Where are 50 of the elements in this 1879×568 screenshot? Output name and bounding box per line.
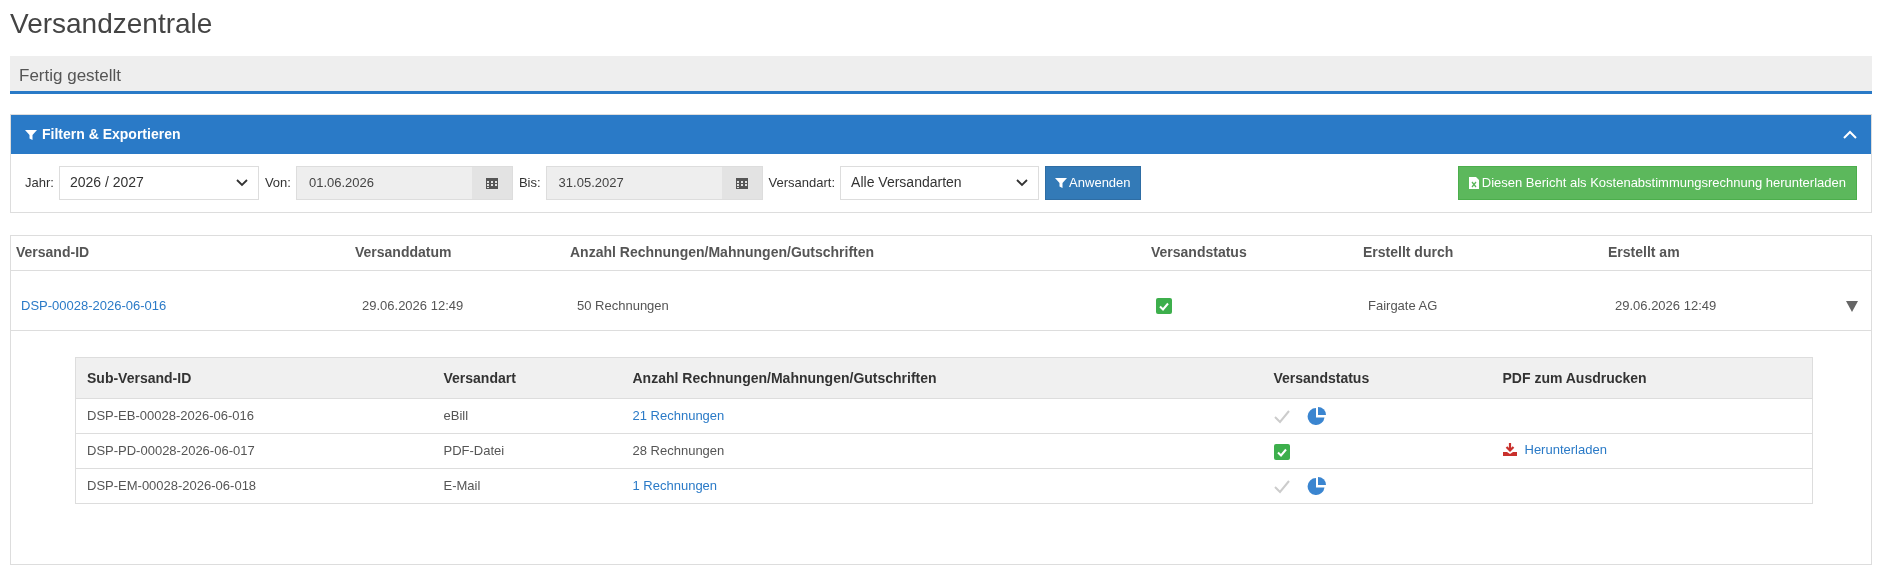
table-cell: DSP-EB-00028-2026-06-016 (87, 408, 254, 424)
caret-down-icon[interactable] (1846, 300, 1858, 312)
select-field[interactable]: Alle Versandarten (840, 165, 1040, 200)
column-header: Versanddatum (350, 235, 565, 271)
column-header: Versand-ID (11, 235, 350, 271)
panel-title: Filtern & Exportieren (42, 124, 181, 144)
apply-button[interactable]: Anwenden (1045, 165, 1141, 200)
table-cell: 28 Rechnungen (632, 443, 725, 459)
count-link[interactable]: 1 Rechnungen (632, 478, 718, 494)
field-label: Versandart: (768, 173, 836, 192)
chevron-down-icon (1016, 178, 1029, 187)
table-cell: 29.06.2026 12:49 (1615, 297, 1717, 313)
table-cell: 29.06.2026 12:49 (362, 297, 464, 313)
page-title: Versandzentrale (10, 7, 214, 41)
select-field[interactable]: 2026 / 2027 (58, 165, 259, 200)
table-cell: DSP-EM-00028-2026-06-018 (87, 478, 257, 494)
filter-icon (1055, 177, 1068, 188)
table-cell: 50 Rechnungen (577, 297, 669, 313)
filter-icon (25, 128, 37, 140)
file-icon (1468, 176, 1479, 189)
chevron-up-icon[interactable] (1843, 129, 1857, 139)
panel-header[interactable]: Filtern & Exportieren (11, 114, 1871, 154)
date-field[interactable]: 31.05.2027 (545, 165, 763, 200)
column-header: Versandstatus (1146, 235, 1358, 271)
download-icon (1502, 443, 1517, 457)
export-button[interactable]: Diesen Bericht als Kostenabstimmungsrechnung herunterladen (1457, 165, 1857, 200)
field-label: Von: (264, 173, 291, 192)
chevron-down-icon (235, 178, 248, 187)
column-header: Sub-Versand-ID (75, 357, 433, 399)
section-title: Fertig gestellt (19, 66, 122, 85)
count-link[interactable]: 21 Rechnungen (632, 408, 725, 424)
date-field[interactable]: 01.06.2026 (295, 165, 513, 200)
column-header: Versandart (432, 357, 622, 399)
column-header: Versandstatus (1262, 357, 1492, 399)
column-header: Anzahl Rechnungen/Mahnungen/Gutschriften (565, 235, 1146, 271)
column-header: PDF zum Ausdrucken (1491, 357, 1813, 399)
table-cell: eBill (443, 408, 469, 424)
calendar-icon (485, 176, 498, 189)
table-cell: PDF-Datei (443, 443, 505, 459)
table-cell: DSP-PD-00028-2026-06-017 (87, 443, 255, 459)
table-cell: E-Mail (443, 478, 481, 494)
field-label: Bis: (518, 173, 541, 192)
column-header: Erstellt durch (1358, 235, 1603, 271)
table-cell: Fairgate AG (1368, 297, 1438, 313)
dispatch-id-link[interactable]: DSP-00028-2026-06-016 (21, 297, 167, 313)
download-link[interactable]: Herunterladen (1502, 440, 1607, 460)
field-label: Jahr: (25, 173, 54, 192)
column-header: Anzahl Rechnungen/Mahnungen/Gutschriften (621, 357, 1263, 399)
column-header: Erstellt am (1603, 235, 1836, 271)
calendar-icon (735, 176, 748, 189)
